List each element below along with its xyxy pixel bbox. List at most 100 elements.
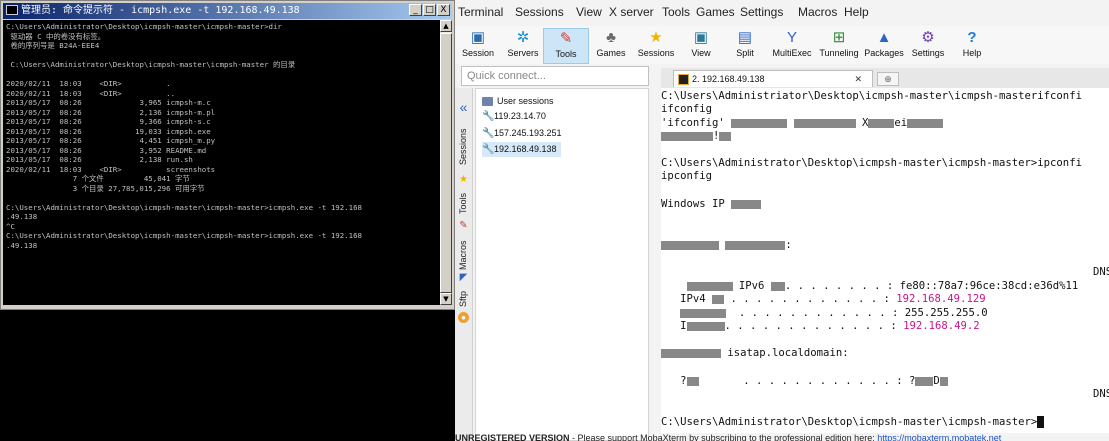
toolbar-tunneling-button[interactable]: ⊞ Tunneling (816, 28, 862, 59)
terminal-line: ? . . . . . . . . . . . . : ? D (661, 375, 948, 389)
toolbar-multiexec-button[interactable]: Y MultiExec (769, 28, 815, 59)
minimize-button[interactable]: _ (409, 4, 422, 16)
menu-games[interactable]: Games (696, 6, 735, 18)
key-icon: 🔧 (482, 144, 495, 155)
console-line: C:\Users\Administrator\Desktop\icmpsh-ma… (6, 231, 362, 240)
close-button[interactable]: X (437, 4, 450, 16)
console-line: 卷的序列号是 B24A-EEE4 (6, 41, 100, 50)
toolbar-packages-button[interactable]: ▲ Packages (861, 28, 907, 59)
side-tab-sessions[interactable]: Sessions (455, 122, 472, 172)
scroll-down-arrow-icon[interactable]: ▼ (440, 293, 452, 305)
terminal-output[interactable]: C:\Users\Administriator\Desktop\icmpsh-m… (661, 88, 1109, 433)
toolbar-view-button[interactable]: ▣ View (678, 28, 724, 59)
terminal-tab[interactable]: 2. 192.168.49.138 ✕ (673, 70, 873, 87)
terminal-line: ipconfig (661, 170, 713, 182)
main-toolbar: ▣ Session ✲ Servers ✎ Tools ♣ Games ★ Session… (455, 26, 1109, 64)
terminal-cursor (1037, 416, 1045, 428)
split-icon: ▤ (737, 29, 753, 46)
terminal-line: . . . . . . . . . . . . : 255.255.255.0 (661, 307, 988, 321)
session-item[interactable]: 🔧157.245.193.251 (482, 126, 562, 141)
subscribe-link[interactable]: https://mobaxterm.mobatek.net (877, 433, 1001, 441)
sessions-panel: User sessions 🔧119.23.14.70 🔧157.245.193… (475, 88, 649, 441)
collapse-sidebar-icon[interactable]: « (458, 100, 469, 114)
toolbar-games-button[interactable]: ♣ Games (588, 28, 634, 59)
view-icon: ▣ (693, 29, 709, 46)
terminal-line: isatap.localdomain: (661, 347, 849, 361)
console-line: 2013/05/17 08:26 3,965 icmpsh-m.c (6, 98, 211, 107)
console-line: 2020/02/11 18:03 <DIR> .. (6, 88, 176, 98)
quick-connect-input[interactable]: Quick connect... (461, 66, 649, 86)
toolbar-settings-button[interactable]: ⚙ Settings (905, 28, 951, 59)
menu-view[interactable]: View (576, 6, 602, 18)
terminal-line: DNS (1093, 388, 1109, 400)
games-icon: ♣ (606, 29, 616, 46)
unregistered-label: UNREGISTERED VERSION (455, 433, 570, 441)
maximize-button[interactable]: □ (423, 4, 436, 16)
session-item-selected[interactable]: 🔧192.168.49.138 (482, 142, 561, 157)
side-tab-strip: « Sessions ★ Tools ✎ Macros ◤ Sftp ● (455, 88, 473, 441)
toolbar-tools-button[interactable]: ✎ Tools (543, 28, 589, 64)
console-line: 2020/02/11 18:03 <DIR> . (6, 79, 171, 88)
console-line: 2013/05/17 08:26 3,952 README.md (6, 145, 207, 155)
terminal-line: Windows IP (661, 198, 762, 212)
unregistered-footer: UNREGISTERED VERSION - Please support Mo… (455, 433, 1109, 441)
console-line: 2020/02/11 18:03 <DIR> screenshots (6, 164, 216, 174)
tools-icon: ✎ (559, 30, 573, 47)
menu-help[interactable]: Help (844, 6, 869, 18)
terminal-tab-strip: 2. 192.168.49.138 ✕ ⊕ (661, 68, 1109, 88)
menu-tools[interactable]: Tools (662, 6, 690, 18)
console-line: 3 个目录 27,785,015,296 可用字节 (6, 183, 205, 193)
toolbar-split-button[interactable]: ▤ Split (722, 28, 768, 59)
cmd-window: 管理员: 命令提示符 - icmpsh.exe -t 192.168.49.13… (0, 0, 455, 310)
terminal-icon (678, 74, 689, 86)
star-icon: ★ (649, 29, 663, 46)
cmd-scrollbar[interactable]: ▲ ▼ (440, 20, 452, 305)
star-icon: ★ (459, 174, 468, 185)
side-tab-macros[interactable]: Macros (455, 234, 472, 276)
console-line: 2013/05/17 08:26 2,138 run.sh (6, 155, 193, 164)
new-tab-button[interactable]: ⊕ (877, 72, 899, 86)
toolbar-sessions-button[interactable]: ★ Sessions (633, 28, 679, 59)
close-tab-icon[interactable]: ✕ (854, 71, 862, 87)
folder-icon (482, 97, 493, 107)
menu-sessions[interactable]: Sessions (515, 6, 564, 18)
terminal-line: C:\Users\Administrator\Desktop\icmpsh-ma… (661, 157, 1082, 169)
console-line: C:\Users\Administrator\Desktop\icmpsh-ma… (6, 22, 282, 31)
help-icon: ? (967, 29, 977, 46)
scroll-thumb[interactable] (440, 33, 452, 293)
scroll-up-arrow-icon[interactable]: ▲ (440, 20, 452, 32)
console-line: 驱动器 C 中的卷没有标签。 (6, 31, 106, 41)
cmd-title: 管理员: 命令提示符 - icmpsh.exe -t 192.168.49.13… (21, 5, 300, 16)
menu-terminal[interactable]: Terminal (458, 6, 503, 18)
session-item[interactable]: 🔧119.23.14.70 (482, 109, 546, 124)
menu-xserver[interactable]: X server (609, 6, 654, 18)
console-line: 2013/05/17 08:26 2,136 icmpsh-m.pl (6, 107, 216, 117)
cmd-app-icon (6, 5, 18, 15)
session-icon: ▣ (470, 29, 486, 46)
cmd-titlebar[interactable]: 管理员: 命令提示符 - icmpsh.exe -t 192.168.49.13… (3, 3, 452, 19)
side-tab-sftp[interactable]: Sftp (455, 286, 472, 312)
cmd-console-output[interactable]: C:\Users\Administrator\Desktop\icmpsh-ma… (3, 20, 441, 305)
menu-bar: Terminal Sessions View X server Tools Ga… (455, 0, 1109, 24)
terminal-line: ifconfig (661, 103, 713, 115)
servers-icon: ✲ (516, 29, 530, 46)
toolbar-help-button[interactable]: ? Help (949, 28, 995, 59)
toolbar-session-button[interactable]: ▣ Session (455, 28, 501, 59)
terminal-prompt-line: C:\Users\Administrator\Desktop\icmpsh-ma… (661, 416, 1045, 430)
tunneling-icon: ⊞ (832, 29, 846, 46)
menu-macros[interactable]: Macros (798, 6, 837, 18)
multiexec-icon: Y (786, 29, 797, 46)
terminal-line: IPv6 . . . . . . . . : fe80::78a7:96ce:3… (661, 280, 1078, 294)
user-sessions-folder[interactable]: User sessions (482, 95, 554, 107)
packages-icon: ▲ (876, 29, 892, 46)
side-tab-tools[interactable]: Tools (455, 186, 472, 220)
terminal-line: C:\Users\Administriator\Desktop\icmpsh-m… (661, 90, 1082, 102)
console-line: 2013/05/17 08:26 9,366 icmpsh-s.c (6, 117, 211, 126)
toolbar-servers-button[interactable]: ✲ Servers (500, 28, 546, 59)
terminal-line: : (661, 239, 792, 253)
menu-settings[interactable]: Settings (740, 6, 783, 18)
tools-icon: ✎ (459, 220, 468, 231)
